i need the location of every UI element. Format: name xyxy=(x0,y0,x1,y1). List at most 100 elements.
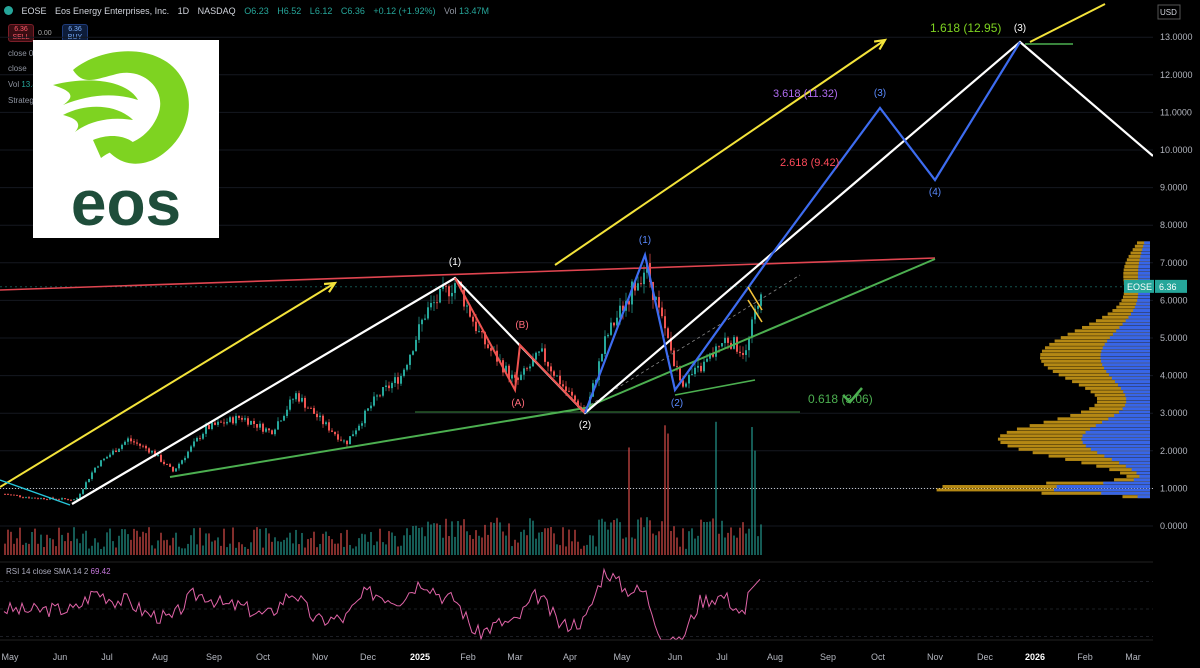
candle-body xyxy=(637,283,639,291)
candle-body xyxy=(445,285,447,287)
time-tick-label: Aug xyxy=(767,652,783,662)
rsi-title[interactable]: RSI 14 close SMA 14 2 69.42 xyxy=(6,567,111,576)
candle-body xyxy=(415,339,417,352)
vp-bar-blue xyxy=(1140,254,1150,258)
candle-body xyxy=(208,424,210,430)
candle-body xyxy=(733,337,735,349)
candle-body xyxy=(295,393,297,400)
volume-bar xyxy=(61,534,63,555)
wave-label: (4) xyxy=(929,187,941,198)
volume-bar xyxy=(370,532,372,555)
volume-bar xyxy=(736,537,738,555)
volume-bar xyxy=(328,536,330,555)
time-tick-label: Jul xyxy=(101,652,113,662)
candle-body xyxy=(97,466,99,468)
candle-body xyxy=(334,431,336,435)
vp-bar-blue xyxy=(1108,373,1150,377)
volume-bar xyxy=(703,521,705,555)
time-tick-label: Nov xyxy=(927,652,944,662)
vp-bar-blue xyxy=(1125,464,1150,468)
candle-body xyxy=(406,364,408,370)
candle-body xyxy=(316,413,318,418)
trend-arrow-2 xyxy=(554,39,886,266)
candle-body xyxy=(355,430,357,435)
volume-bar xyxy=(637,519,639,555)
volume-bar xyxy=(289,532,291,555)
candle-body xyxy=(724,337,726,344)
volume-bar xyxy=(91,545,93,555)
volume-bar xyxy=(565,546,567,555)
volume-bar xyxy=(421,527,423,555)
vp-bar-blue xyxy=(1126,400,1150,404)
volume-bar xyxy=(373,545,375,555)
volume-bar xyxy=(127,534,129,555)
vp-bar-blue xyxy=(1102,363,1150,367)
vp-bar-blue xyxy=(1139,474,1150,478)
volume-bar xyxy=(415,525,417,555)
volume-bar xyxy=(58,527,60,555)
volume-bar xyxy=(34,528,36,555)
volume-bar xyxy=(46,534,48,555)
volume-bar xyxy=(310,538,312,555)
volume-bar xyxy=(49,538,51,555)
volume-bar xyxy=(412,526,414,555)
volume-bar xyxy=(226,547,228,555)
vp-bar-blue xyxy=(1111,457,1150,461)
time-axis[interactable]: May Jun Jul Aug Sep Oct Nov Dec 2025 Feb Mar Apr May… xyxy=(0,639,1153,662)
support-line-2 xyxy=(584,258,936,409)
candle-body xyxy=(454,283,456,293)
volume-bar xyxy=(619,522,621,555)
wave-label: (2) xyxy=(671,398,683,409)
volume-bar xyxy=(148,527,150,555)
volume-bar xyxy=(256,527,258,555)
volume-bar xyxy=(253,529,255,555)
candle-body xyxy=(358,425,360,431)
candle-body xyxy=(298,393,300,402)
volume-bar xyxy=(193,528,195,555)
volume-bar xyxy=(709,521,711,555)
support-line-3 xyxy=(674,379,756,396)
volume-bar xyxy=(163,540,165,555)
volume-bar xyxy=(196,544,198,555)
candle-body xyxy=(421,319,423,325)
volume-bar xyxy=(307,539,309,555)
symbol-badge-text: EOSE xyxy=(1127,282,1152,292)
candle-body xyxy=(403,369,405,376)
volume-bar xyxy=(136,530,138,555)
volume-bar xyxy=(517,542,519,555)
volume-bar xyxy=(577,541,579,555)
vp-bar-blue xyxy=(1133,309,1150,313)
volume-bar xyxy=(583,545,585,555)
volume-bar xyxy=(694,538,696,555)
candle-body xyxy=(688,374,690,384)
vp-bar-blue xyxy=(1134,305,1150,309)
candle-body xyxy=(82,489,84,494)
candle-body xyxy=(424,318,426,320)
volume-bar xyxy=(454,536,456,555)
wave-label: (B) xyxy=(515,320,528,331)
candle-body xyxy=(124,441,126,445)
price-badge-text: 6.36 xyxy=(1159,282,1177,292)
price-tick-label: 0.0000 xyxy=(1160,521,1188,531)
candle-body xyxy=(367,408,369,411)
candle-body xyxy=(340,439,342,441)
candle-body xyxy=(313,408,315,414)
volume-bar xyxy=(721,520,723,555)
candle-body xyxy=(175,468,177,472)
volume-bar xyxy=(238,542,240,555)
volume-bar xyxy=(7,529,9,555)
volume-bar xyxy=(706,521,708,555)
price-tick-label: 12.0000 xyxy=(1160,70,1193,80)
candle-body xyxy=(694,367,696,375)
volume-bar xyxy=(580,548,582,555)
volume-bar xyxy=(541,532,543,555)
volume-bar xyxy=(667,433,669,555)
vp-bar-blue xyxy=(1104,366,1150,370)
candle-body xyxy=(283,415,285,421)
time-tick-label: May xyxy=(1,652,19,662)
vp-bar-blue xyxy=(1101,349,1150,353)
candle-body xyxy=(703,361,705,372)
volume-bar xyxy=(610,522,612,555)
candle-body xyxy=(142,445,144,447)
volume-bar xyxy=(727,532,729,555)
